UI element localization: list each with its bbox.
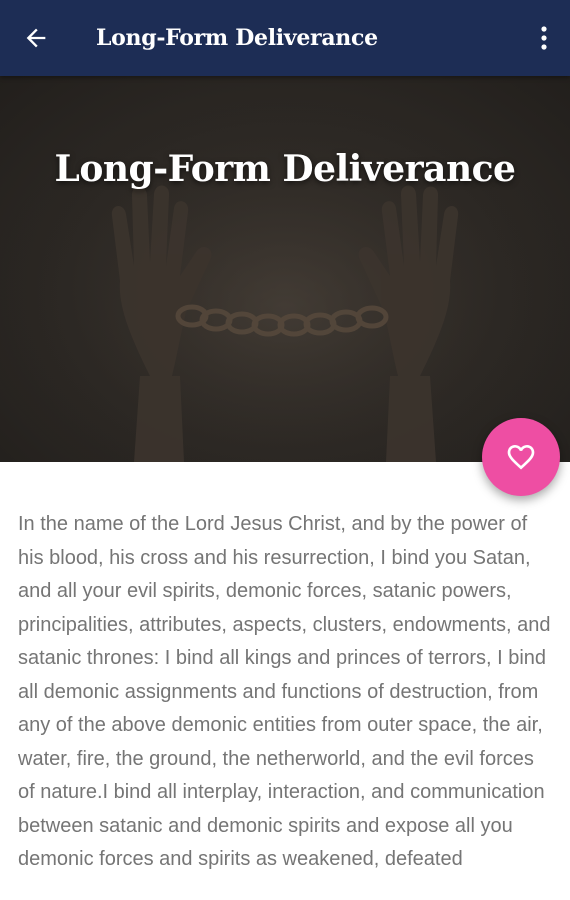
favorite-button[interactable] bbox=[482, 418, 560, 496]
toolbar-title: Long-Form Deliverance bbox=[96, 25, 378, 51]
app-screen: Long-Form Deliverance Long-Form Delivera… bbox=[0, 0, 570, 900]
hero-title: Long-Form Deliverance bbox=[54, 148, 516, 190]
back-button[interactable] bbox=[14, 16, 58, 60]
hero-banner: Long-Form Deliverance bbox=[0, 76, 570, 462]
prayer-text: In the name of the Lord Jesus Christ, an… bbox=[18, 513, 551, 870]
chained-hands-image bbox=[0, 76, 570, 462]
heart-outline-icon bbox=[507, 445, 535, 470]
arrow-left-icon bbox=[26, 28, 46, 48]
overflow-menu-button[interactable] bbox=[532, 16, 556, 60]
more-vertical-icon bbox=[541, 26, 547, 50]
app-toolbar: Long-Form Deliverance bbox=[0, 0, 570, 76]
